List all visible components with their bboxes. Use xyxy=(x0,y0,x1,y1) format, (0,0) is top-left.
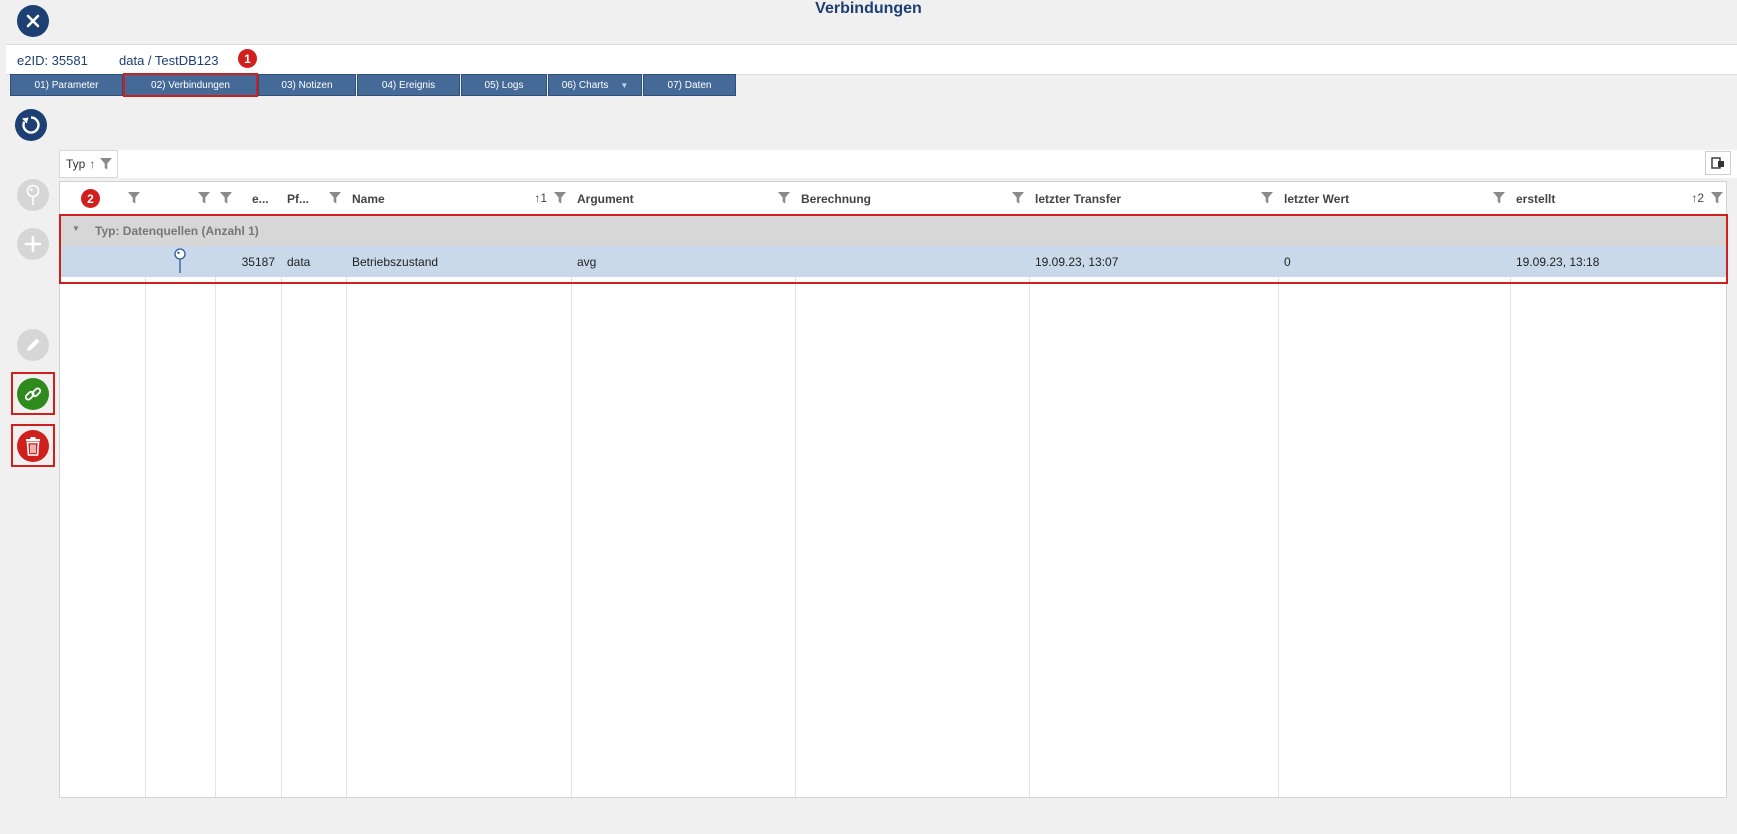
filter-icon[interactable] xyxy=(328,191,342,205)
column-header-2[interactable] xyxy=(145,182,215,214)
step-badge-1: 1 xyxy=(238,49,257,68)
info-bar: e2ID: 35581 data / TestDB123 1 xyxy=(6,44,1737,75)
column-header-letzter-transfer[interactable]: letzter Transfer xyxy=(1029,182,1278,214)
link-button[interactable] xyxy=(17,378,49,410)
object-path: data / TestDB123 xyxy=(119,53,219,68)
column-label: Pf... xyxy=(287,192,310,206)
tab-bar: 01) Parameter 02) Verbindungen 03) Notiz… xyxy=(10,73,737,97)
column-chooser-button[interactable] xyxy=(1705,151,1731,175)
trash-icon xyxy=(26,437,40,456)
edit-button[interactable] xyxy=(17,329,49,361)
plus-icon xyxy=(24,235,42,253)
column-header-pfad[interactable]: Pf... xyxy=(281,182,346,214)
window-title: Verbindungen xyxy=(815,0,922,17)
delete-button[interactable] xyxy=(17,430,49,462)
group-chip-label: Typ xyxy=(66,157,86,171)
column-label: e... xyxy=(252,192,269,206)
sort-indicator: ↑1 xyxy=(534,191,547,205)
tab-parameter[interactable]: 01) Parameter xyxy=(10,74,123,96)
column-header-name[interactable]: Name ↑1 xyxy=(346,182,571,214)
column-label: erstellt xyxy=(1516,192,1556,206)
column-label: Argument xyxy=(577,192,634,206)
column-header-berechnung[interactable]: Berechnung xyxy=(795,182,1029,214)
tab-charts[interactable]: 06) Charts ▼ xyxy=(548,74,642,96)
column-label: Name xyxy=(352,192,385,206)
filter-icon[interactable] xyxy=(1710,191,1724,205)
rows-highlight xyxy=(59,214,1728,284)
filter-icon[interactable] xyxy=(1011,191,1025,205)
column-header-e2id[interactable]: e... xyxy=(215,182,281,214)
group-chip-typ[interactable]: Typ ↑ xyxy=(59,150,119,178)
filter-icon[interactable] xyxy=(99,157,113,171)
column-label: Berechnung xyxy=(801,192,872,206)
column-label: letzter Wert xyxy=(1284,192,1350,206)
grid-header: 2 e... Pf... Name ↑1 Argument Berechnung xyxy=(60,182,1726,215)
chevron-down-icon: ▼ xyxy=(620,80,629,90)
refresh-button[interactable] xyxy=(15,109,47,141)
sort-asc-icon: ↑ xyxy=(89,157,96,171)
pin-icon xyxy=(26,184,40,205)
tab-ereignis[interactable]: 04) Ereignis xyxy=(357,74,460,96)
filter-icon[interactable] xyxy=(553,191,567,205)
tab-charts-label: 06) Charts xyxy=(561,79,609,91)
column-header-1[interactable]: 2 xyxy=(60,182,145,214)
filter-icon[interactable] xyxy=(1492,191,1506,205)
column-chooser-icon xyxy=(1711,157,1724,169)
filter-icon[interactable] xyxy=(1260,191,1274,205)
group-panel: Typ ↑ xyxy=(59,150,1737,178)
filter-icon[interactable] xyxy=(127,191,141,205)
tab-verbindungen[interactable]: 02) Verbindungen xyxy=(123,73,258,97)
column-header-letzter-wert[interactable]: letzter Wert xyxy=(1278,182,1510,214)
pencil-icon xyxy=(27,338,40,351)
filter-icon[interactable] xyxy=(777,191,791,205)
refresh-icon xyxy=(22,116,40,134)
column-header-erstellt[interactable]: erstellt ↑2 xyxy=(1510,182,1728,214)
sort-indicator: ↑2 xyxy=(1691,191,1704,205)
step-badge-2: 2 xyxy=(81,189,100,208)
link-icon xyxy=(24,387,42,401)
column-label: letzter Transfer xyxy=(1035,192,1122,206)
add-button[interactable] xyxy=(17,228,49,260)
filter-icon[interactable] xyxy=(219,191,233,205)
e2id-label: e2ID: 35581 xyxy=(17,53,88,68)
tab-daten[interactable]: 07) Daten xyxy=(643,74,736,96)
column-header-argument[interactable]: Argument xyxy=(571,182,795,214)
tab-logs[interactable]: 05) Logs xyxy=(461,74,547,96)
tab-notizen[interactable]: 03) Notizen xyxy=(258,74,356,96)
pin-button[interactable] xyxy=(17,179,49,211)
filter-icon[interactable] xyxy=(197,191,211,205)
